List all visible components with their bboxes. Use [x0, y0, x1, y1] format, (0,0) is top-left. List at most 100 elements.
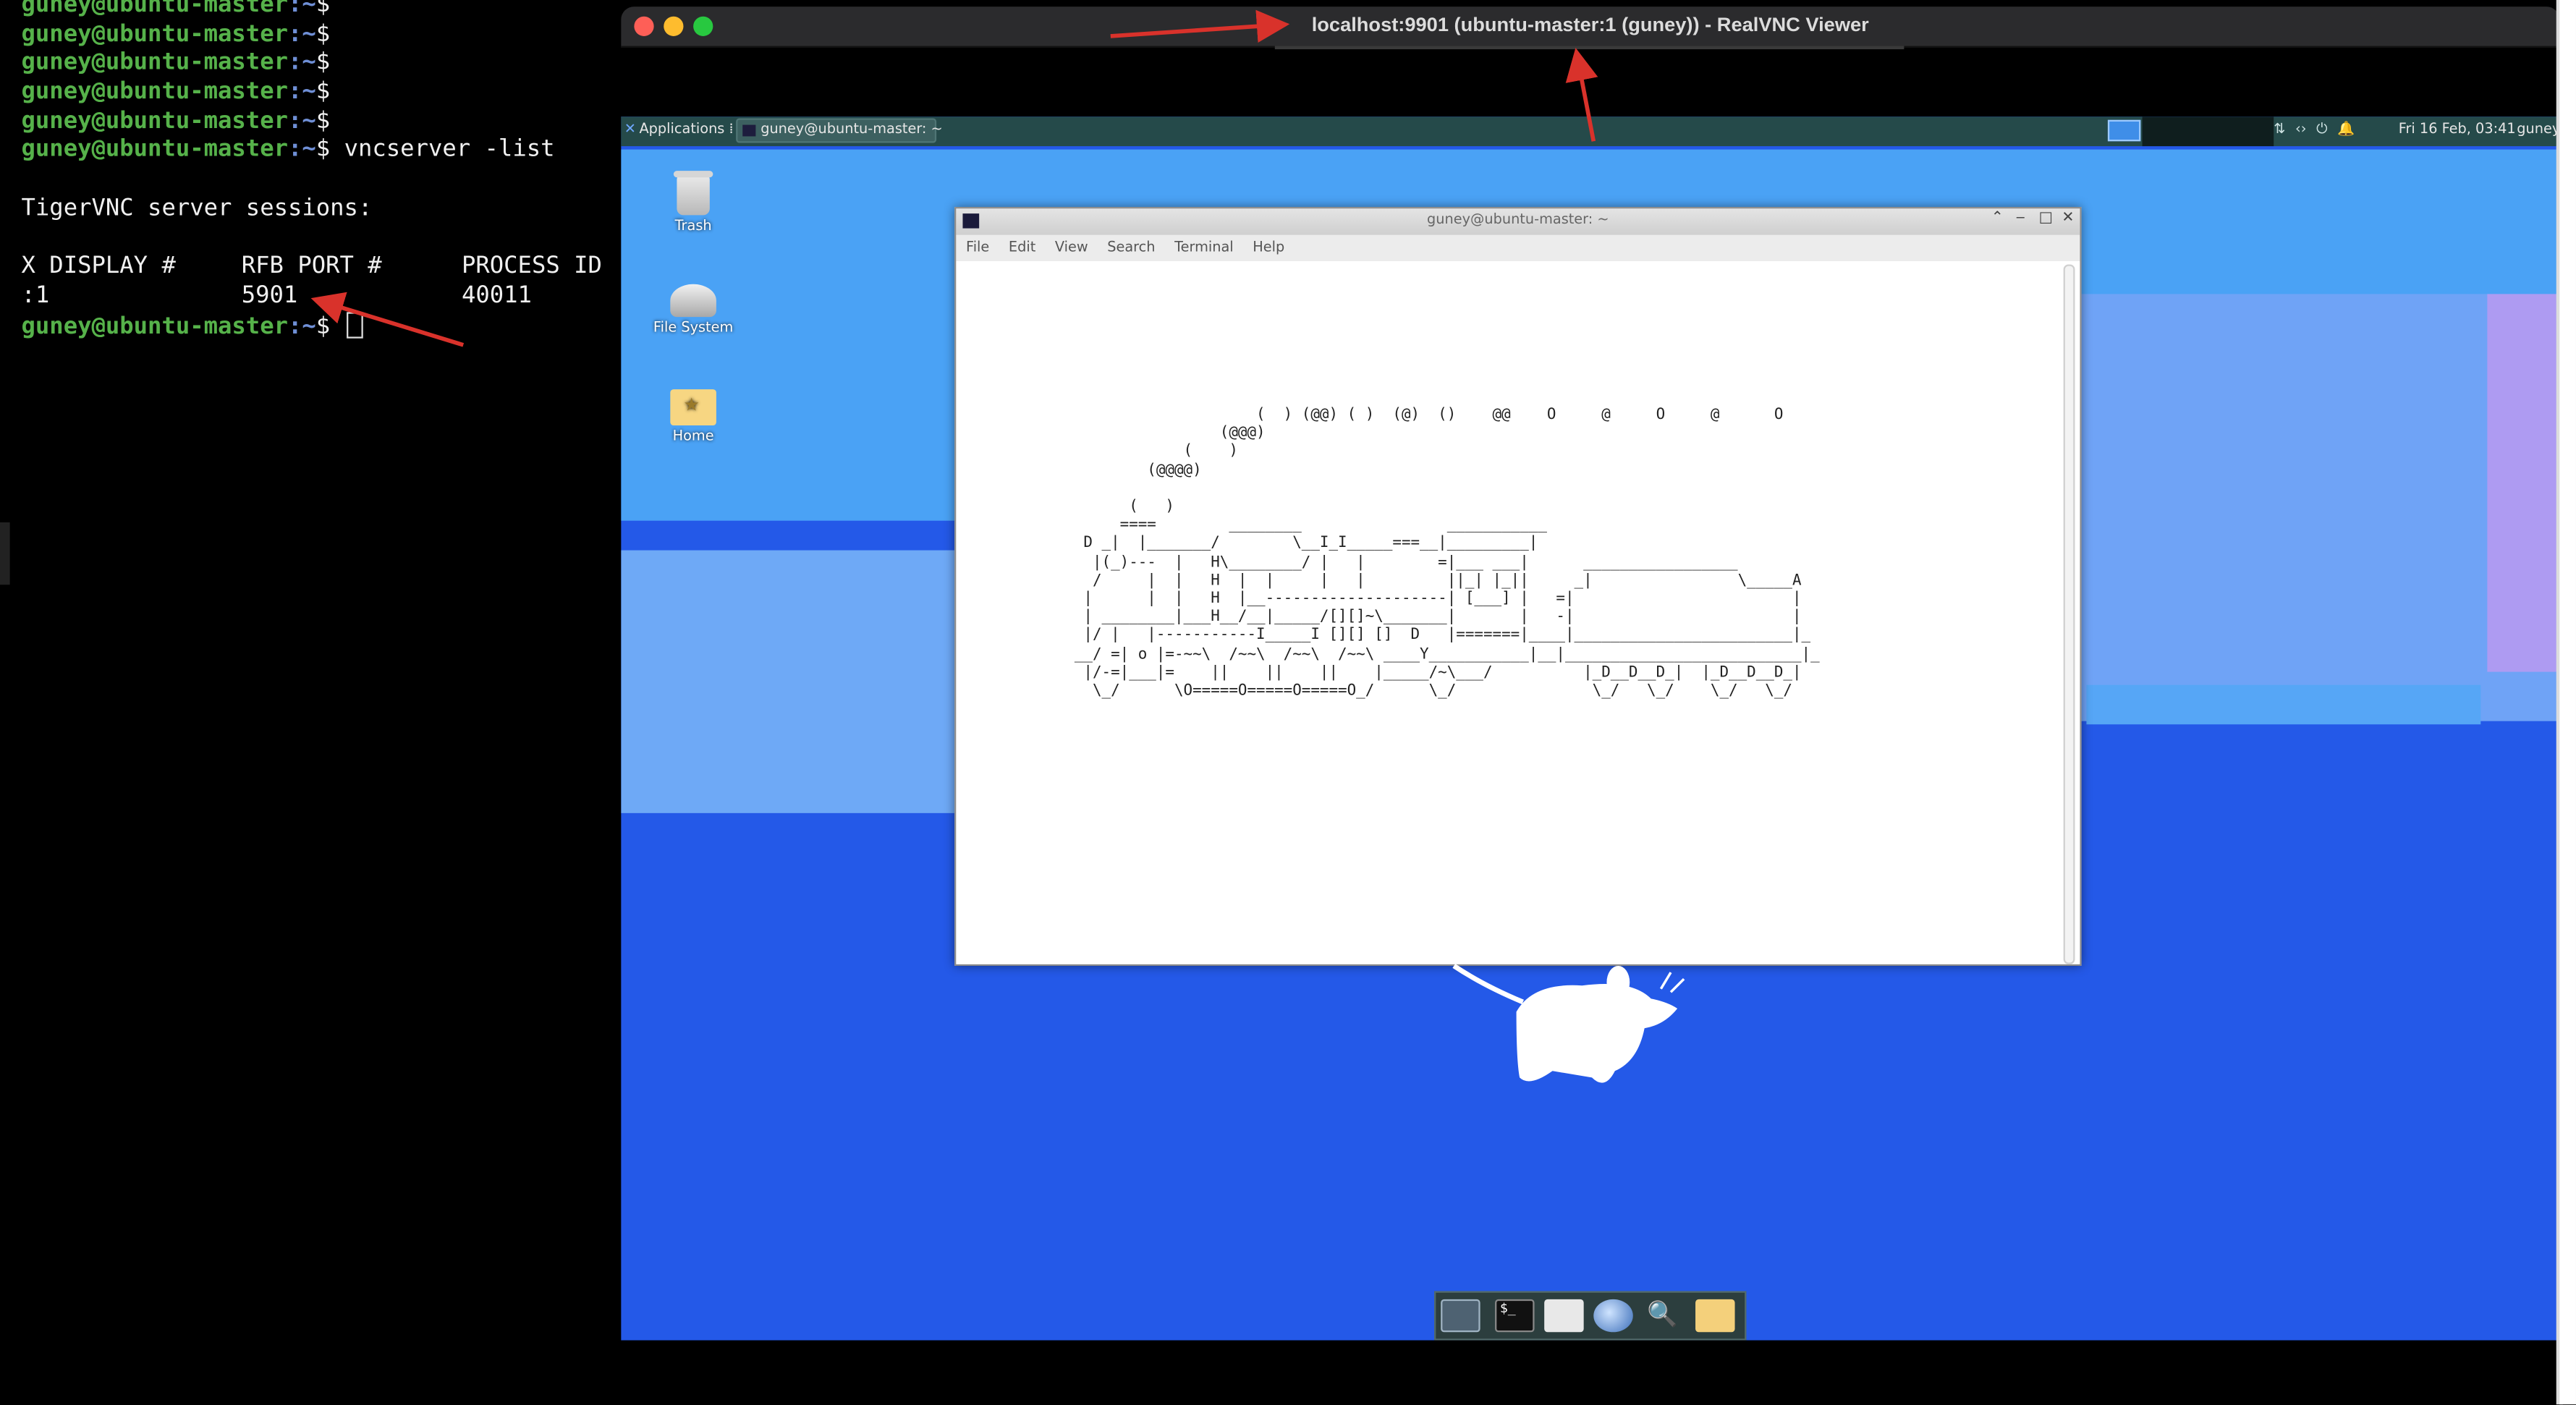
- screen: guney@ubuntu-master:~$ guney@ubuntu-mast…: [0, 0, 2576, 1405]
- bell-icon[interactable]: 🔔: [2337, 122, 2355, 138]
- code-icon[interactable]: ‹›: [2295, 122, 2306, 138]
- prompt-path: :~: [287, 49, 316, 77]
- terminal-line: guney@ubuntu-master:~$: [22, 21, 602, 50]
- app-finder-icon[interactable]: 🔍: [1643, 1299, 1682, 1332]
- session-pid: 40011: [461, 282, 532, 309]
- web-browser-icon[interactable]: [1593, 1299, 1633, 1333]
- window-title: localhost:9901 (ubuntu-master:1 (guney))…: [1311, 13, 1869, 36]
- folder-icon[interactable]: [1695, 1299, 1735, 1333]
- sessions-header-row: X DISPLAY # RFB PORT # PROCESS ID: [22, 253, 602, 282]
- menu-terminal[interactable]: Terminal: [1174, 235, 1234, 261]
- terminal-launcher-icon[interactable]: $_: [1495, 1299, 1535, 1333]
- desktop-icon-label: Trash: [674, 218, 712, 235]
- prompt-user: guney@ubuntu-master: [21, 137, 288, 164]
- network-icon[interactable]: ⇅: [2274, 122, 2285, 138]
- desktop-icon-home[interactable]: Home: [644, 389, 742, 445]
- prompt-symbol: $: [315, 313, 331, 339]
- panel-spacer: [2142, 116, 2274, 147]
- trash-icon: [673, 171, 713, 216]
- terminal-active-line[interactable]: guney@ubuntu-master:~$: [22, 311, 602, 340]
- prompt-symbol: $: [315, 20, 331, 48]
- session-display: :1: [21, 282, 50, 309]
- vnc-titlebar[interactable]: localhost:9901 (ubuntu-master:1 (guney))…: [621, 7, 2560, 48]
- vnc-viewer-window[interactable]: localhost:9901 (ubuntu-master:1 (guney))…: [621, 7, 2560, 1405]
- prompt-user: guney@ubuntu-master: [21, 313, 288, 339]
- taskbar-label: guney@ubuntu-master: ~: [760, 122, 943, 138]
- host-terminal[interactable]: guney@ubuntu-master:~$ guney@ubuntu-mast…: [0, 0, 622, 1405]
- vnc-letterbox: [621, 1340, 2560, 1405]
- menu-search[interactable]: Search: [1107, 235, 1155, 261]
- remote-terminal-menubar: File Edit View Search Terminal Help: [956, 234, 2080, 261]
- terminal-output: guney@ubuntu-master:~$ guney@ubuntu-mast…: [22, 0, 602, 341]
- xfce-dock: $_ 🔍: [1434, 1291, 1747, 1341]
- text-cursor: [347, 311, 364, 338]
- prompt-symbol: $: [315, 49, 331, 77]
- vnc-toolbar-strip[interactable]: [1274, 46, 1905, 50]
- terminal-icon: [742, 124, 756, 137]
- applications-menu[interactable]: ✕ Applications ⁞: [624, 122, 734, 138]
- menu-edit[interactable]: Edit: [1009, 235, 1035, 261]
- terminal-line: guney@ubuntu-master:~$: [22, 108, 602, 137]
- shade-icon[interactable]: ⌃: [1991, 211, 2004, 227]
- system-tray: ⇅ ‹› ⏻ 🔔: [2274, 122, 2364, 138]
- workspace-switcher[interactable]: [2107, 119, 2141, 142]
- file-manager-icon[interactable]: [1544, 1299, 1584, 1333]
- prompt-path: :~: [287, 108, 316, 135]
- remote-terminal-content[interactable]: ( ) (@@) ( ) (@) () @@ O @ O @ O (@@@) (…: [956, 260, 2080, 964]
- prompt-user: guney@ubuntu-master: [21, 0, 288, 18]
- home-folder-icon: [670, 389, 716, 426]
- sessions-row: :1 5901 40011: [22, 282, 602, 311]
- window-edge: [0, 522, 10, 585]
- panel-clock[interactable]: Fri 16 Feb, 03:41: [2399, 122, 2516, 138]
- prompt-user: guney@ubuntu-master: [21, 49, 288, 77]
- prompt-symbol: $: [315, 0, 331, 18]
- remote-terminal-title: guney@ubuntu-master: ~: [1427, 211, 1609, 229]
- maximize-icon[interactable]: □: [2039, 211, 2053, 227]
- screen-edge: [2559, 0, 2576, 1405]
- terminal-line: guney@ubuntu-master:~$: [22, 50, 602, 79]
- terminal-command-line: guney@ubuntu-master:~$ vncserver -list: [22, 137, 602, 166]
- minimize-icon[interactable]: ‒: [2016, 211, 2025, 227]
- scrollbar[interactable]: [2063, 264, 2075, 964]
- xfce-top-panel: ✕ Applications ⁞ guney@ubuntu-master: ~ ⇅…: [621, 116, 2560, 147]
- prompt-user: guney@ubuntu-master: [21, 108, 288, 135]
- show-desktop-icon[interactable]: [1441, 1299, 1480, 1333]
- sessions-heading: TigerVNC server sessions:: [21, 195, 373, 222]
- prompt-user: guney@ubuntu-master: [21, 79, 288, 106]
- prompt-user: guney@ubuntu-master: [21, 20, 288, 48]
- prompt-symbol: $: [315, 79, 331, 106]
- power-icon[interactable]: ⏻: [2316, 122, 2327, 138]
- prompt-symbol: $: [315, 137, 331, 164]
- prompt-path: :~: [287, 313, 316, 339]
- wallpaper-block: [2086, 684, 2481, 725]
- remote-desktop[interactable]: ✕ Applications ⁞ guney@ubuntu-master: ~ ⇅…: [621, 116, 2560, 1341]
- steam-locomotive-ascii-art: ( ) (@@) ( ) (@) () @@ O @ O @ O (@@@) (…: [1074, 405, 1820, 700]
- command-text: vncserver -list: [344, 137, 555, 164]
- panel-user[interactable]: guney: [2517, 122, 2559, 138]
- prompt-path: :~: [287, 20, 316, 48]
- terminal-line: guney@ubuntu-master:~$: [22, 0, 602, 21]
- menu-file[interactable]: File: [966, 235, 989, 261]
- desktop-icon-label: File System: [653, 320, 734, 337]
- applications-label: Applications: [639, 122, 725, 138]
- remote-terminal-window[interactable]: guney@ubuntu-master: ~ ⌃ ‒ □ ✕ File Edit…: [954, 207, 2082, 966]
- menu-help[interactable]: Help: [1253, 235, 1284, 261]
- desktop-icon-file-system[interactable]: File System: [644, 284, 742, 337]
- prompt-symbol: $: [315, 108, 331, 135]
- xfce-logo-icon: ✕: [624, 122, 636, 138]
- drive-icon: [670, 284, 716, 318]
- wallpaper-block: [2487, 294, 2560, 672]
- prompt-path: :~: [287, 0, 316, 18]
- menu-view[interactable]: View: [1055, 235, 1088, 261]
- prompt-path: :~: [287, 79, 316, 106]
- remote-terminal-titlebar[interactable]: guney@ubuntu-master: ~ ⌃ ‒ □ ✕: [956, 208, 2080, 237]
- taskbar-terminal-button[interactable]: guney@ubuntu-master: ~: [736, 118, 943, 143]
- prompt-path: :~: [287, 137, 316, 164]
- close-icon[interactable]: ✕: [2062, 211, 2074, 227]
- col-port-header: RFB PORT #: [241, 253, 382, 280]
- desktop-icon-trash[interactable]: Trash: [644, 171, 742, 235]
- xfce-mouse-logo: [1452, 964, 1685, 1083]
- col-display-header: X DISPLAY #: [21, 253, 176, 280]
